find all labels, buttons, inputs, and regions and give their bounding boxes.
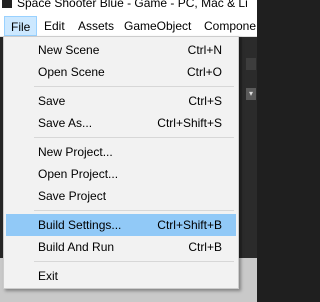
menu-separator (34, 86, 234, 87)
menu-item-open-project[interactable]: Open Project... (6, 163, 236, 185)
menu-item-shortcut: Ctrl+B (188, 240, 222, 254)
menu-edit[interactable]: Edit (38, 16, 71, 36)
menu-item-label: Exit (38, 269, 59, 283)
unity-editor-window: Space Shooter Blue - Game - PC, Mac & Li… (0, 0, 257, 302)
title-bar: Space Shooter Blue - Game - PC, Mac & Li (0, 0, 257, 16)
file-menu-dropdown: New Scene Ctrl+N Open Scene Ctrl+O Save … (3, 36, 239, 289)
menu-file[interactable]: File (4, 16, 38, 36)
menu-item-shortcut: Ctrl+S (188, 94, 222, 108)
menu-item-save-as[interactable]: Save As... Ctrl+Shift+S (6, 112, 236, 134)
menu-separator (34, 261, 234, 262)
menu-item-save[interactable]: Save Ctrl+S (6, 90, 236, 112)
menu-item-exit[interactable]: Exit (6, 265, 236, 287)
menu-item-shortcut: Ctrl+N (187, 43, 222, 57)
menu-item-shortcut: Ctrl+O (186, 65, 222, 79)
menu-item-new-scene[interactable]: New Scene Ctrl+N (6, 39, 236, 61)
menu-item-new-project[interactable]: New Project... (6, 141, 236, 163)
panel-button[interactable] (246, 58, 256, 70)
menu-item-build-and-run[interactable]: Build And Run Ctrl+B (6, 236, 236, 258)
menu-item-open-scene[interactable]: Open Scene Ctrl+O (6, 61, 236, 83)
window-title: Space Shooter Blue - Game - PC, Mac & Li (17, 0, 248, 10)
menu-component[interactable]: Compone (198, 16, 257, 36)
menu-item-label: New Project... (38, 145, 113, 159)
menu-separator (34, 137, 234, 138)
menu-item-label: Save (38, 94, 66, 108)
menu-gameobject[interactable]: GameObject (118, 16, 197, 36)
menu-item-label: New Scene (38, 43, 100, 57)
menu-item-label: Build And Run (38, 240, 115, 254)
menu-item-save-project[interactable]: Save Project (6, 185, 236, 207)
menu-item-shortcut: Ctrl+Shift+B (157, 218, 222, 232)
menu-item-label: Open Scene (38, 65, 105, 79)
dropdown-arrow-icon[interactable]: ▾ (246, 88, 256, 100)
menu-item-shortcut: Ctrl+Shift+S (157, 116, 222, 130)
menu-assets[interactable]: Assets (72, 16, 120, 36)
menu-item-label: Save As... (38, 116, 93, 130)
menu-bar: File Edit Assets GameObject Compone (0, 16, 257, 37)
menu-item-build-settings[interactable]: Build Settings... Ctrl+Shift+B (6, 214, 236, 236)
menu-item-label: Open Project... (38, 167, 119, 181)
unity-logo-icon (2, 0, 12, 8)
menu-separator (34, 210, 234, 211)
menu-item-label: Build Settings... (38, 218, 122, 232)
menu-item-label: Save Project (38, 189, 107, 203)
